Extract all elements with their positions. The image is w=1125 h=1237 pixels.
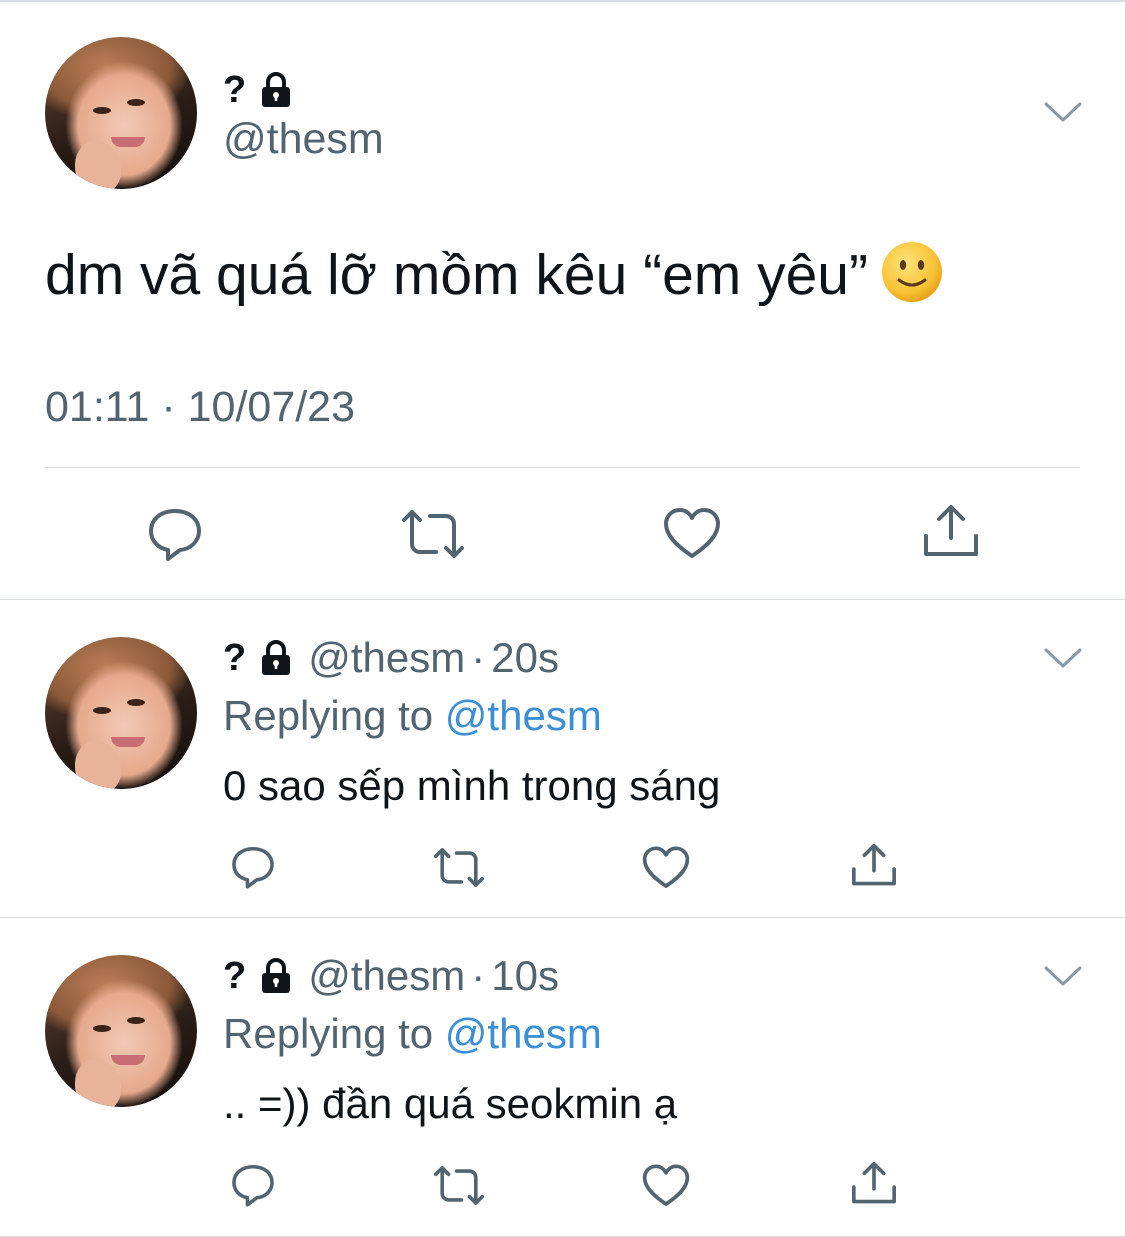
reply-text: 0 sao sếp mình trong sáng	[223, 762, 721, 809]
tweet-text: dm vã quá lỡ mồm kêu “em yêu”	[45, 240, 944, 309]
reply-icon[interactable]	[146, 505, 204, 563]
replying-to: Replying to @thesm	[223, 1010, 602, 1058]
reply-header: ? @thesm · 10s	[223, 952, 559, 1000]
reply-icon[interactable]	[230, 1162, 276, 1208]
reply-time[interactable]: 10s	[491, 952, 559, 1000]
share-icon[interactable]	[849, 1159, 899, 1207]
lock-icon	[262, 72, 291, 107]
slightly-smiling-face-emoji	[882, 242, 942, 302]
reply-header: ? @thesm · 20s	[223, 634, 559, 682]
author-handle[interactable]: @thesm	[308, 634, 465, 682]
chevron-down-icon[interactable]	[1043, 964, 1083, 988]
divider	[45, 467, 1080, 468]
like-icon[interactable]	[662, 506, 722, 562]
display-name[interactable]: ?	[223, 639, 246, 677]
main-tweet[interactable]: ? @thesm dm vã quá lỡ mồm kêu “em yêu” 0…	[0, 0, 1125, 600]
tweet-thread-screen: ? @thesm dm vã quá lỡ mồm kêu “em yêu” 0…	[0, 0, 1125, 1237]
tweet-timestamp[interactable]: 01:11 · 10/07/23	[45, 382, 355, 434]
chevron-down-icon[interactable]	[1043, 100, 1083, 124]
share-icon[interactable]	[849, 841, 899, 889]
retweet-icon[interactable]	[431, 1163, 487, 1208]
reply-time[interactable]: 20s	[491, 634, 559, 682]
author-handle[interactable]: @thesm	[223, 115, 384, 163]
retweet-icon[interactable]	[431, 845, 487, 890]
avatar[interactable]	[45, 637, 197, 789]
display-name[interactable]: ?	[223, 957, 246, 995]
replying-to-prefix: Replying to	[223, 692, 434, 739]
lock-icon	[262, 958, 291, 993]
like-icon[interactable]	[641, 845, 691, 891]
reply-tweet[interactable]: ? @thesm · 20s Replying to @thesm 0 sao …	[0, 600, 1125, 918]
author-handle[interactable]: @thesm	[308, 952, 465, 1000]
lock-icon	[262, 640, 291, 675]
separator-dot: ·	[471, 952, 486, 999]
like-icon[interactable]	[641, 1163, 691, 1209]
replying-to-mention[interactable]: @thesm	[445, 692, 602, 739]
avatar[interactable]	[45, 955, 197, 1107]
separator-dot: ·	[471, 634, 486, 681]
replying-to-prefix: Replying to	[223, 1010, 434, 1057]
chevron-down-icon[interactable]	[1043, 646, 1083, 670]
share-icon[interactable]	[920, 502, 982, 560]
avatar[interactable]	[45, 37, 197, 189]
replying-to: Replying to @thesm	[223, 692, 602, 740]
tweet-text-content: dm vã quá lỡ mồm kêu “em yêu”	[45, 243, 868, 307]
retweet-icon[interactable]	[398, 506, 468, 562]
author-name-row: ?	[223, 70, 296, 110]
display-name[interactable]: ?	[223, 71, 246, 109]
reply-tweet[interactable]: ? @thesm · 10s Replying to @thesm .. =))…	[0, 918, 1125, 1237]
replying-to-mention[interactable]: @thesm	[445, 1010, 602, 1057]
reply-icon[interactable]	[230, 844, 276, 890]
reply-text: .. =)) đần quá seokmin ạ	[223, 1080, 678, 1127]
